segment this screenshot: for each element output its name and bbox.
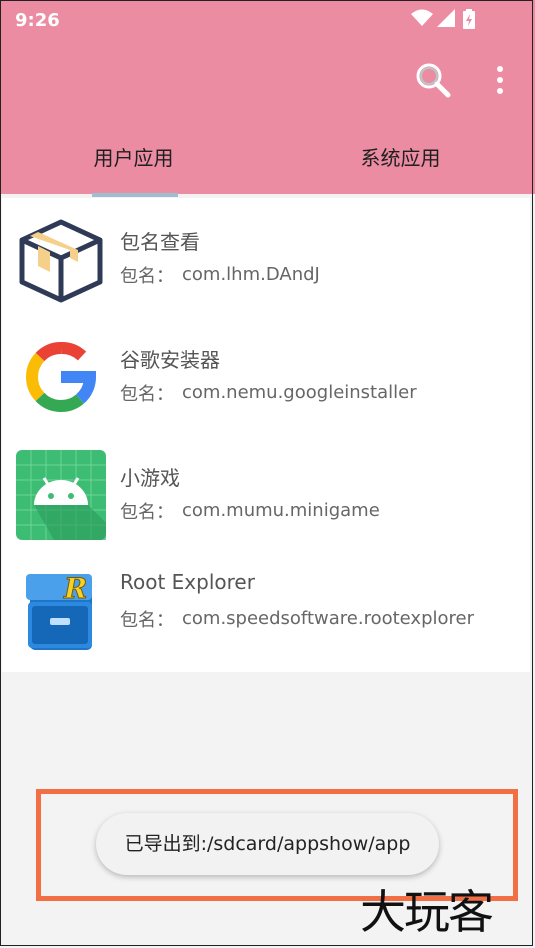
app-name: 包名查看 [120,230,200,254]
package-label: 包名： [120,384,174,405]
list-item[interactable]: R Root Explorer 包名： com.speedsoftware.ro… [2,552,530,672]
package-box-icon [19,219,103,303]
status-time: 9:26 [15,10,60,31]
google-icon [26,342,97,413]
svg-text:R: R [63,572,87,605]
signal-icon [437,9,455,27]
package-name: com.nemu.googleinstaller [182,382,417,403]
tab-system-apps[interactable]: 系统应用 [267,136,534,180]
package-name: com.mumu.minigame [182,500,380,521]
package-name: com.speedsoftware.rootexplorer [182,608,474,629]
package-label: 包名： [120,610,174,631]
list-item[interactable]: 谷歌安装器 包名： com.nemu.googleinstaller [2,316,530,434]
list-item[interactable]: 包名查看 包名： com.lhm.DAndJ [2,198,530,316]
search-icon[interactable] [413,60,453,100]
wifi-icon [411,9,433,26]
app-name: 谷歌安装器 [120,348,220,372]
more-vert-icon[interactable] [488,62,512,98]
app-list: 包名查看 包名： com.lhm.DAndJ 谷歌安装器 包名： com.nem… [2,198,530,672]
toast-message: 已导出到:/sdcard/appshow/app [96,813,439,875]
android-icon [16,450,106,540]
root-explorer-icon: R [26,572,92,650]
package-label: 包名： [120,502,174,523]
tab-user-apps[interactable]: 用户应用 [0,136,267,180]
app-name: 小游戏 [120,466,180,490]
app-name: Root Explorer [120,570,255,594]
package-name: com.lhm.DAndJ [182,264,320,285]
watermark: 大玩客 [360,885,494,939]
list-item[interactable]: 小游戏 包名： com.mumu.minigame [2,434,530,552]
tab-indicator [92,193,178,197]
battery-icon [463,9,475,29]
app-header: 9:26 用户应用 系统应用 [0,0,535,194]
package-label: 包名： [120,266,174,287]
